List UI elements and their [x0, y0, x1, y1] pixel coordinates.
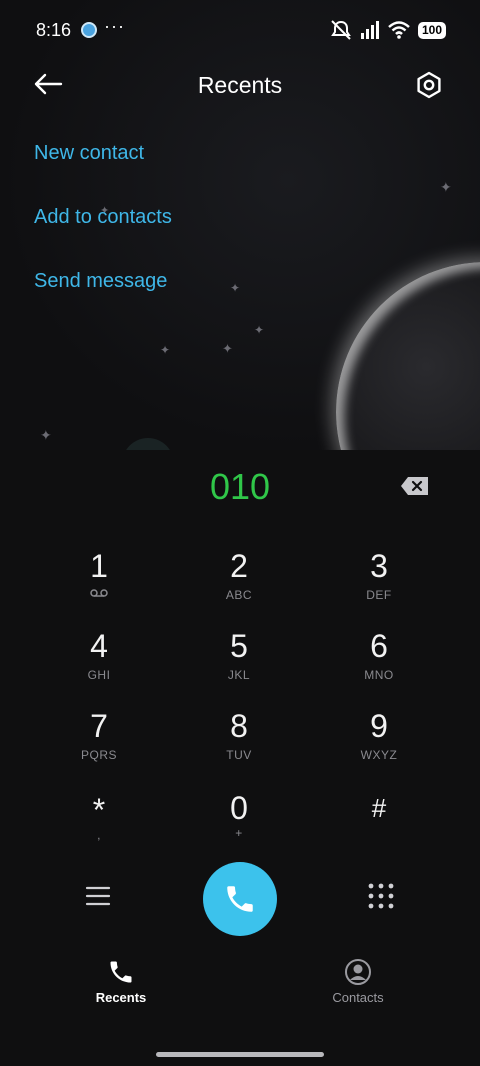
- key-letters: ABC: [225, 588, 253, 602]
- star-decoration: ✦: [40, 427, 52, 443]
- call-button[interactable]: [203, 862, 277, 936]
- key-letters: ,: [97, 828, 101, 842]
- star-decoration: ✦: [160, 343, 171, 357]
- key-4[interactable]: 4 GHI: [29, 628, 169, 698]
- voicemail-icon: [29, 588, 169, 602]
- battery-indicator: 100: [417, 21, 446, 39]
- key-digit: *: [92, 792, 106, 828]
- status-icons: 100: [330, 20, 446, 40]
- mute-icon: [331, 20, 351, 40]
- send-message-link[interactable]: Send message: [34, 270, 167, 293]
- key-digit: 8: [230, 708, 248, 744]
- status-time: 8:16: [36, 20, 72, 40]
- key-letters: TUV: [226, 748, 252, 762]
- key-star[interactable]: * ,: [29, 792, 169, 862]
- key-letters: DEF: [366, 588, 392, 602]
- key-digit: 3: [370, 548, 388, 584]
- key-9[interactable]: 9 WXYZ: [309, 708, 449, 778]
- tab-recents[interactable]: Recents: [51, 958, 191, 1005]
- key-1[interactable]: 1: [29, 548, 169, 618]
- key-3[interactable]: 3 DEF: [309, 548, 449, 618]
- key-6[interactable]: 6 MNO: [309, 628, 449, 698]
- key-digit: 1: [90, 548, 108, 584]
- dialpad-icon: [368, 883, 394, 909]
- key-digit: 0: [230, 790, 248, 826]
- settings-icon: [417, 71, 441, 99]
- dialer-actions: [0, 862, 480, 936]
- menu-button[interactable]: [84, 884, 114, 914]
- key-digit: #: [371, 793, 387, 823]
- tab-label: Contacts: [332, 990, 384, 1005]
- tab-contacts[interactable]: Contacts: [288, 958, 428, 1005]
- header: Recents: [0, 60, 480, 110]
- key-digit: 7: [90, 708, 108, 744]
- more-notifications-icon: ···: [104, 16, 125, 36]
- key-5[interactable]: 5 JKL: [169, 628, 309, 698]
- phone-icon: [227, 886, 253, 912]
- signal-icon: [360, 21, 379, 39]
- key-digit: 5: [230, 628, 248, 664]
- new-contact-link[interactable]: New contact: [34, 142, 144, 165]
- home-indicator[interactable]: [156, 1052, 324, 1057]
- star-decoration: ✦: [230, 281, 241, 295]
- person-icon: [345, 959, 371, 985]
- status-bar: 8:16 ··· 100: [0, 0, 480, 60]
- backspace-button[interactable]: [400, 476, 432, 498]
- key-digit: 2: [230, 548, 248, 584]
- key-letters: +: [235, 826, 243, 840]
- backspace-icon: [401, 477, 428, 495]
- key-letters: WXYZ: [360, 748, 398, 762]
- key-letters: GHI: [87, 668, 111, 682]
- star-decoration: ✦: [254, 323, 265, 337]
- key-letters: MNO: [364, 668, 394, 682]
- phone-icon: [110, 961, 132, 983]
- star-decoration: ✦: [440, 179, 452, 195]
- key-hash[interactable]: #: [309, 790, 449, 860]
- key-7[interactable]: 7 PQRS: [29, 708, 169, 778]
- star-decoration: ✦: [222, 341, 233, 356]
- key-digit: 6: [370, 628, 388, 664]
- planet-decoration: [122, 438, 174, 450]
- planet-decoration: [336, 262, 480, 450]
- app-notification-icon: [81, 22, 97, 38]
- add-to-contacts-link[interactable]: Add to contacts: [34, 206, 172, 229]
- settings-button[interactable]: [412, 68, 446, 102]
- key-0[interactable]: 0 +: [169, 790, 309, 860]
- tab-label: Recents: [95, 990, 147, 1005]
- key-letters: PQRS: [80, 748, 117, 762]
- page-title: Recents: [197, 72, 283, 98]
- key-digit: 4: [90, 628, 108, 664]
- key-digit: 9: [370, 708, 388, 744]
- key-letters: JKL: [227, 668, 251, 682]
- key-8[interactable]: 8 TUV: [169, 708, 309, 778]
- keypad-toggle-button[interactable]: [367, 882, 395, 910]
- key-2[interactable]: 2 ABC: [169, 548, 309, 618]
- menu-icon: [85, 886, 111, 906]
- wifi-icon: [388, 21, 410, 39]
